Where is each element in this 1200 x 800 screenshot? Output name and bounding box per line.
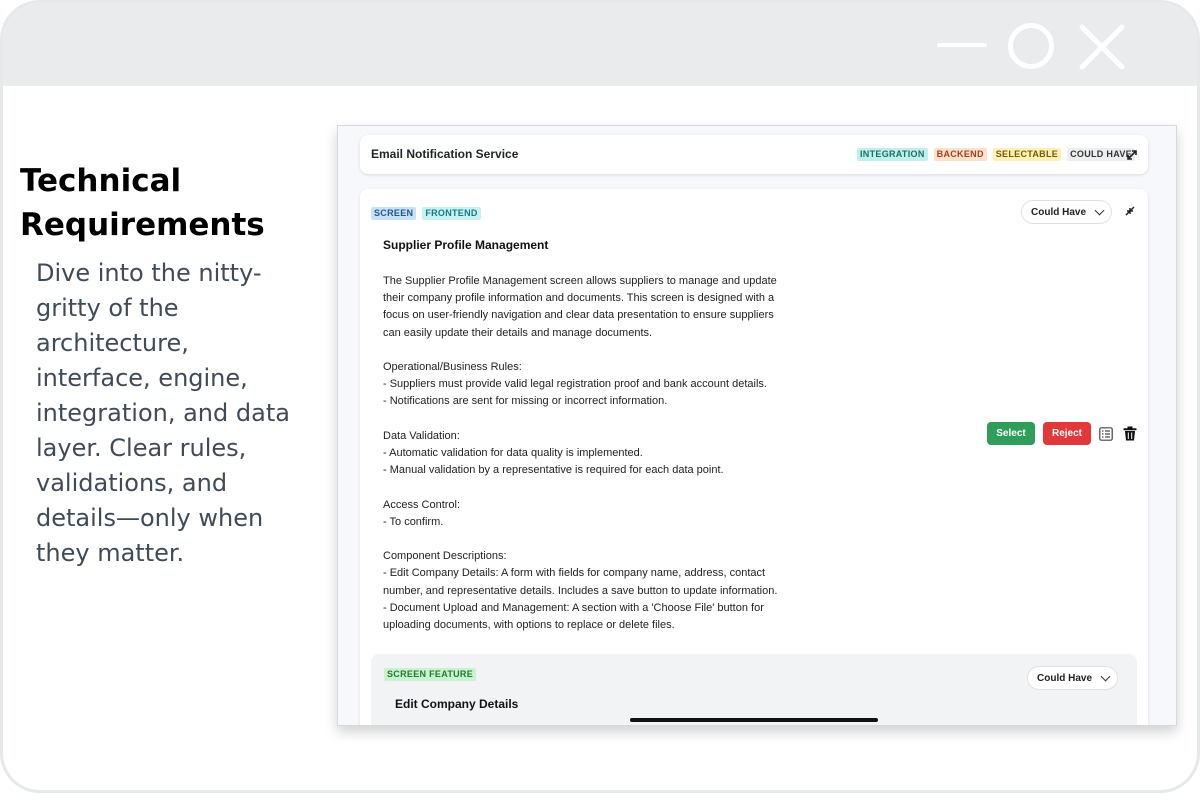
minimize-icon[interactable] xyxy=(937,43,987,47)
details-list-icon[interactable] xyxy=(1099,427,1113,441)
close-icon[interactable] xyxy=(1078,23,1126,71)
home-indicator xyxy=(630,718,878,722)
section-description: Dive into the nitty-gritty of the archit… xyxy=(36,259,290,567)
select-button[interactable]: Select xyxy=(987,422,1035,445)
window-frame: Technical Requirements Dive into the nit… xyxy=(0,0,1200,793)
section-heading: Technical Requirements xyxy=(20,163,265,243)
screen-feature-card: SCREEN FEATURE Could Have Edit Company D… xyxy=(371,654,1137,725)
screen-title: Supplier Profile Management xyxy=(383,238,549,252)
tag-screen-feature: SCREEN FEATURE xyxy=(384,668,477,681)
tag-list: SCREEN FEATURE xyxy=(384,668,477,681)
maximize-icon[interactable] xyxy=(1008,23,1054,69)
screen-description: The Supplier Profile Management screen a… xyxy=(383,275,778,632)
feature-title: Edit Company Details xyxy=(395,697,519,711)
tag-list: INTEGRATION BACKEND SELECTABLE COULD HAV… xyxy=(857,148,1135,161)
expand-icon[interactable] xyxy=(1125,148,1139,162)
trash-icon[interactable] xyxy=(1123,426,1137,441)
tag-integration: INTEGRATION xyxy=(857,148,928,161)
priority-dropdown[interactable]: Could Have xyxy=(1021,200,1113,224)
reject-button[interactable]: Reject xyxy=(1043,422,1091,445)
chevron-down-icon xyxy=(1094,205,1105,215)
requirement-card-collapsed[interactable]: Email Notification Service INTEGRATION B… xyxy=(360,135,1148,174)
tag-screen: SCREEN xyxy=(371,207,417,220)
feature-priority-value: Could Have xyxy=(1037,672,1093,684)
priority-value: Could Have xyxy=(1031,206,1087,218)
tag-backend: BACKEND xyxy=(933,148,987,161)
tag-selectable: SELECTABLE xyxy=(992,148,1062,161)
tag-frontend: FRONTEND xyxy=(422,207,481,220)
feature-priority-dropdown[interactable]: Could Have xyxy=(1027,666,1119,690)
requirement-title: Email Notification Service xyxy=(371,147,519,161)
collapse-icon[interactable] xyxy=(1124,205,1136,217)
requirement-card-expanded: SCREEN FRONTEND Could Have Supplier Prof… xyxy=(360,189,1148,725)
app-screenshot: Email Notification Service INTEGRATION B… xyxy=(337,125,1177,726)
chevron-down-icon xyxy=(1100,671,1111,681)
tag-list: SCREEN FRONTEND xyxy=(371,207,481,220)
